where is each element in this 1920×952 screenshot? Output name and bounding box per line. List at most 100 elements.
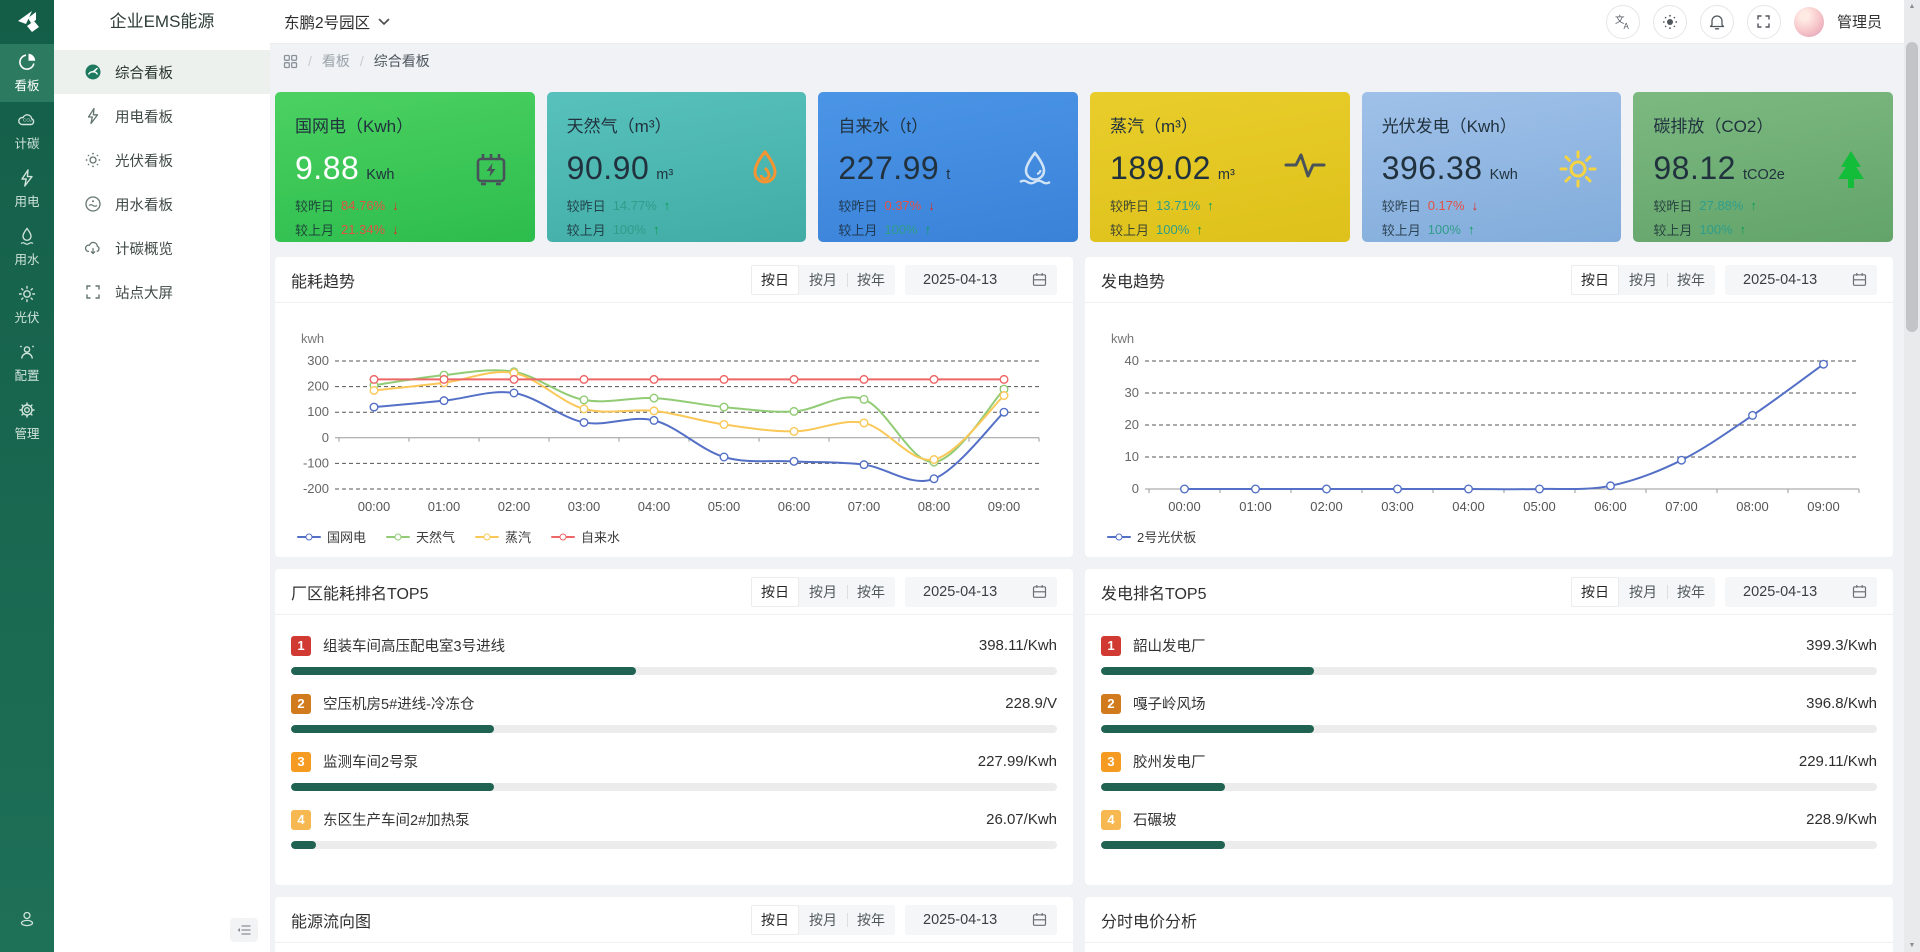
trend-value: 100%: [612, 222, 646, 237]
date-picker[interactable]: 2025-04-13: [1725, 576, 1877, 607]
kpi-card-gas: 天然气（m³） 90.90 m³ 较昨日 14.77% ↑ 较上月 100% ↑: [546, 92, 807, 242]
tab-by-year[interactable]: 按年: [847, 905, 895, 935]
svg-text:08:00: 08:00: [918, 499, 951, 514]
trend-value: 84.76%: [341, 198, 386, 213]
park-selector[interactable]: 东鹏2号园区: [284, 11, 390, 33]
period-tabs: 按日 按月 按年: [751, 264, 895, 295]
rank-name: 石碾坡: [1133, 813, 1177, 829]
trend-value: 0.17%: [1427, 198, 1465, 213]
legend-marker: [297, 533, 321, 540]
tree-icon: [1831, 148, 1871, 197]
water-circle-icon: [84, 195, 102, 213]
fullscreen-button[interactable]: [1746, 4, 1781, 39]
app-logo[interactable]: [0, 0, 54, 44]
sidebar-item-big-screen[interactable]: 站点大屏: [54, 270, 270, 314]
gear-icon: [19, 402, 35, 418]
svg-text:09:00: 09:00: [988, 499, 1021, 514]
flame-icon: [746, 148, 784, 195]
svg-text:300: 300: [307, 353, 329, 368]
tab-by-month[interactable]: 按月: [1619, 265, 1667, 295]
rank-badge: 4: [291, 809, 311, 830]
breadcrumb-item[interactable]: 看板: [322, 51, 350, 71]
rank-bar-fill: [1101, 725, 1315, 733]
tab-by-month[interactable]: 按月: [1619, 577, 1667, 607]
sidebar-item-overview[interactable]: 综合看板: [54, 50, 270, 94]
date-picker[interactable]: 2025-04-13: [905, 576, 1057, 607]
rail-item-admin[interactable]: 管理: [0, 392, 54, 450]
lightning-icon: [84, 107, 102, 125]
tab-by-month[interactable]: 按月: [799, 265, 847, 295]
trend-value: 13.71%: [1156, 198, 1201, 213]
trend-value: 100%: [884, 222, 918, 237]
rank-bar-track: [291, 841, 1057, 849]
tab-by-year[interactable]: 按年: [847, 577, 895, 607]
legend-item[interactable]: 2号光伏板: [1107, 527, 1196, 546]
trend-arrow: ↑: [663, 198, 671, 213]
user-avatar[interactable]: [1793, 6, 1824, 37]
rail-item-solar[interactable]: 光伏: [0, 276, 54, 334]
scroll-up-arrow[interactable]: ▲: [1904, 3, 1920, 10]
rank-row: 4 石碾坡 228.9/Kwh: [1101, 809, 1877, 867]
rank-badge: 4: [1101, 809, 1121, 830]
translate-icon: 文 A: [1615, 14, 1630, 31]
legend-marker: [1107, 533, 1131, 540]
trend-arrow: ↑: [1207, 198, 1214, 213]
tab-by-day[interactable]: 按日: [751, 904, 799, 935]
rail-item-carbon[interactable]: CO₂ 计碳: [0, 102, 54, 160]
rail-item-dashboard[interactable]: 看板: [0, 44, 54, 102]
tab-by-day[interactable]: 按日: [1571, 576, 1619, 607]
kpi-card-carbon: 碳排放（CO2） 98.12 tCO2e 较昨日 27.88% ↑ 较上月 10…: [1633, 92, 1894, 242]
rank-name: 韶山发电厂: [1133, 639, 1206, 655]
date-picker[interactable]: 2025-04-13: [1725, 264, 1877, 295]
tab-by-day[interactable]: 按日: [751, 576, 799, 607]
notifications-button[interactable]: [1699, 4, 1734, 39]
sidebar-item-electric-board[interactable]: 用电看板: [54, 94, 270, 138]
rail-item-water[interactable]: 用水: [0, 218, 54, 276]
tab-by-year[interactable]: 按年: [847, 265, 895, 295]
date-picker[interactable]: 2025-04-13: [905, 264, 1057, 295]
rail-user-button[interactable]: [0, 908, 54, 930]
legend-item[interactable]: 自来水: [551, 527, 620, 546]
rank-value: 26.07/Kwh: [986, 811, 1057, 828]
config-icon: [20, 345, 34, 359]
tab-by-day[interactable]: 按日: [751, 264, 799, 295]
tab-by-year[interactable]: 按年: [1667, 577, 1715, 607]
grid-icon: [283, 54, 298, 68]
sidebar-collapse-button[interactable]: [230, 918, 258, 942]
scroll-down-arrow[interactable]: ▼: [1904, 942, 1920, 949]
tab-by-day[interactable]: 按日: [1571, 264, 1619, 295]
panel-title: 发电排名TOP5: [1101, 585, 1207, 603]
dashboard-pie-icon: [19, 53, 36, 70]
theme-button[interactable]: [1652, 4, 1687, 39]
tab-by-month[interactable]: 按月: [799, 905, 847, 935]
sidebar-item-carbon-overview[interactable]: 计碳概览: [54, 226, 270, 270]
kpi-unit: m³: [1217, 167, 1235, 183]
trend-value: 21.34%: [341, 222, 386, 237]
language-button[interactable]: 文 A: [1605, 4, 1640, 39]
tab-by-month[interactable]: 按月: [799, 577, 847, 607]
energy-flow-panel: 能源流向图 按日 按月 按年 2025-04-13: [275, 897, 1073, 952]
trend-value: 100%: [1699, 222, 1733, 237]
rank-bar-track: [1101, 667, 1877, 675]
breadcrumb: / 看板 / 综合看板: [283, 50, 430, 72]
trend-arrow: ↑: [1196, 222, 1203, 237]
rail-item-config[interactable]: 配置: [0, 334, 54, 392]
date-picker[interactable]: 2025-04-13: [905, 904, 1057, 935]
secondary-sidebar: 企业EMS能源 综合看板 用电看板 光伏看板 用水看板 计碳概览 站点大屏: [54, 0, 270, 952]
rail-item-electric[interactable]: 用电: [0, 160, 54, 218]
legend-item[interactable]: 天然气: [386, 527, 455, 546]
scrollbar-thumb[interactable]: [1906, 42, 1918, 332]
page-scrollbar[interactable]: ▲ ▼: [1904, 0, 1920, 952]
legend-item[interactable]: 国网电: [297, 527, 366, 546]
rank-bar-fill: [1101, 783, 1226, 791]
tab-by-year[interactable]: 按年: [1667, 265, 1715, 295]
energy-rank-panel: 厂区能耗排名TOP5 按日 按月 按年 2025-04-13 1 组装车间高压配…: [275, 569, 1073, 885]
sidebar-item-solar-board[interactable]: 光伏看板: [54, 138, 270, 182]
legend-item[interactable]: 蒸汽: [475, 527, 531, 546]
rank-bar-track: [1101, 725, 1877, 733]
rank-row: 1 韶山发电厂 399.3/Kwh: [1101, 635, 1877, 693]
sidebar-item-label: 用电看板: [115, 109, 173, 126]
rank-value: 398.11/Kwh: [978, 637, 1057, 654]
sidebar-item-water-board[interactable]: 用水看板: [54, 182, 270, 226]
kpi-title: 自来水（t）: [838, 117, 929, 136]
